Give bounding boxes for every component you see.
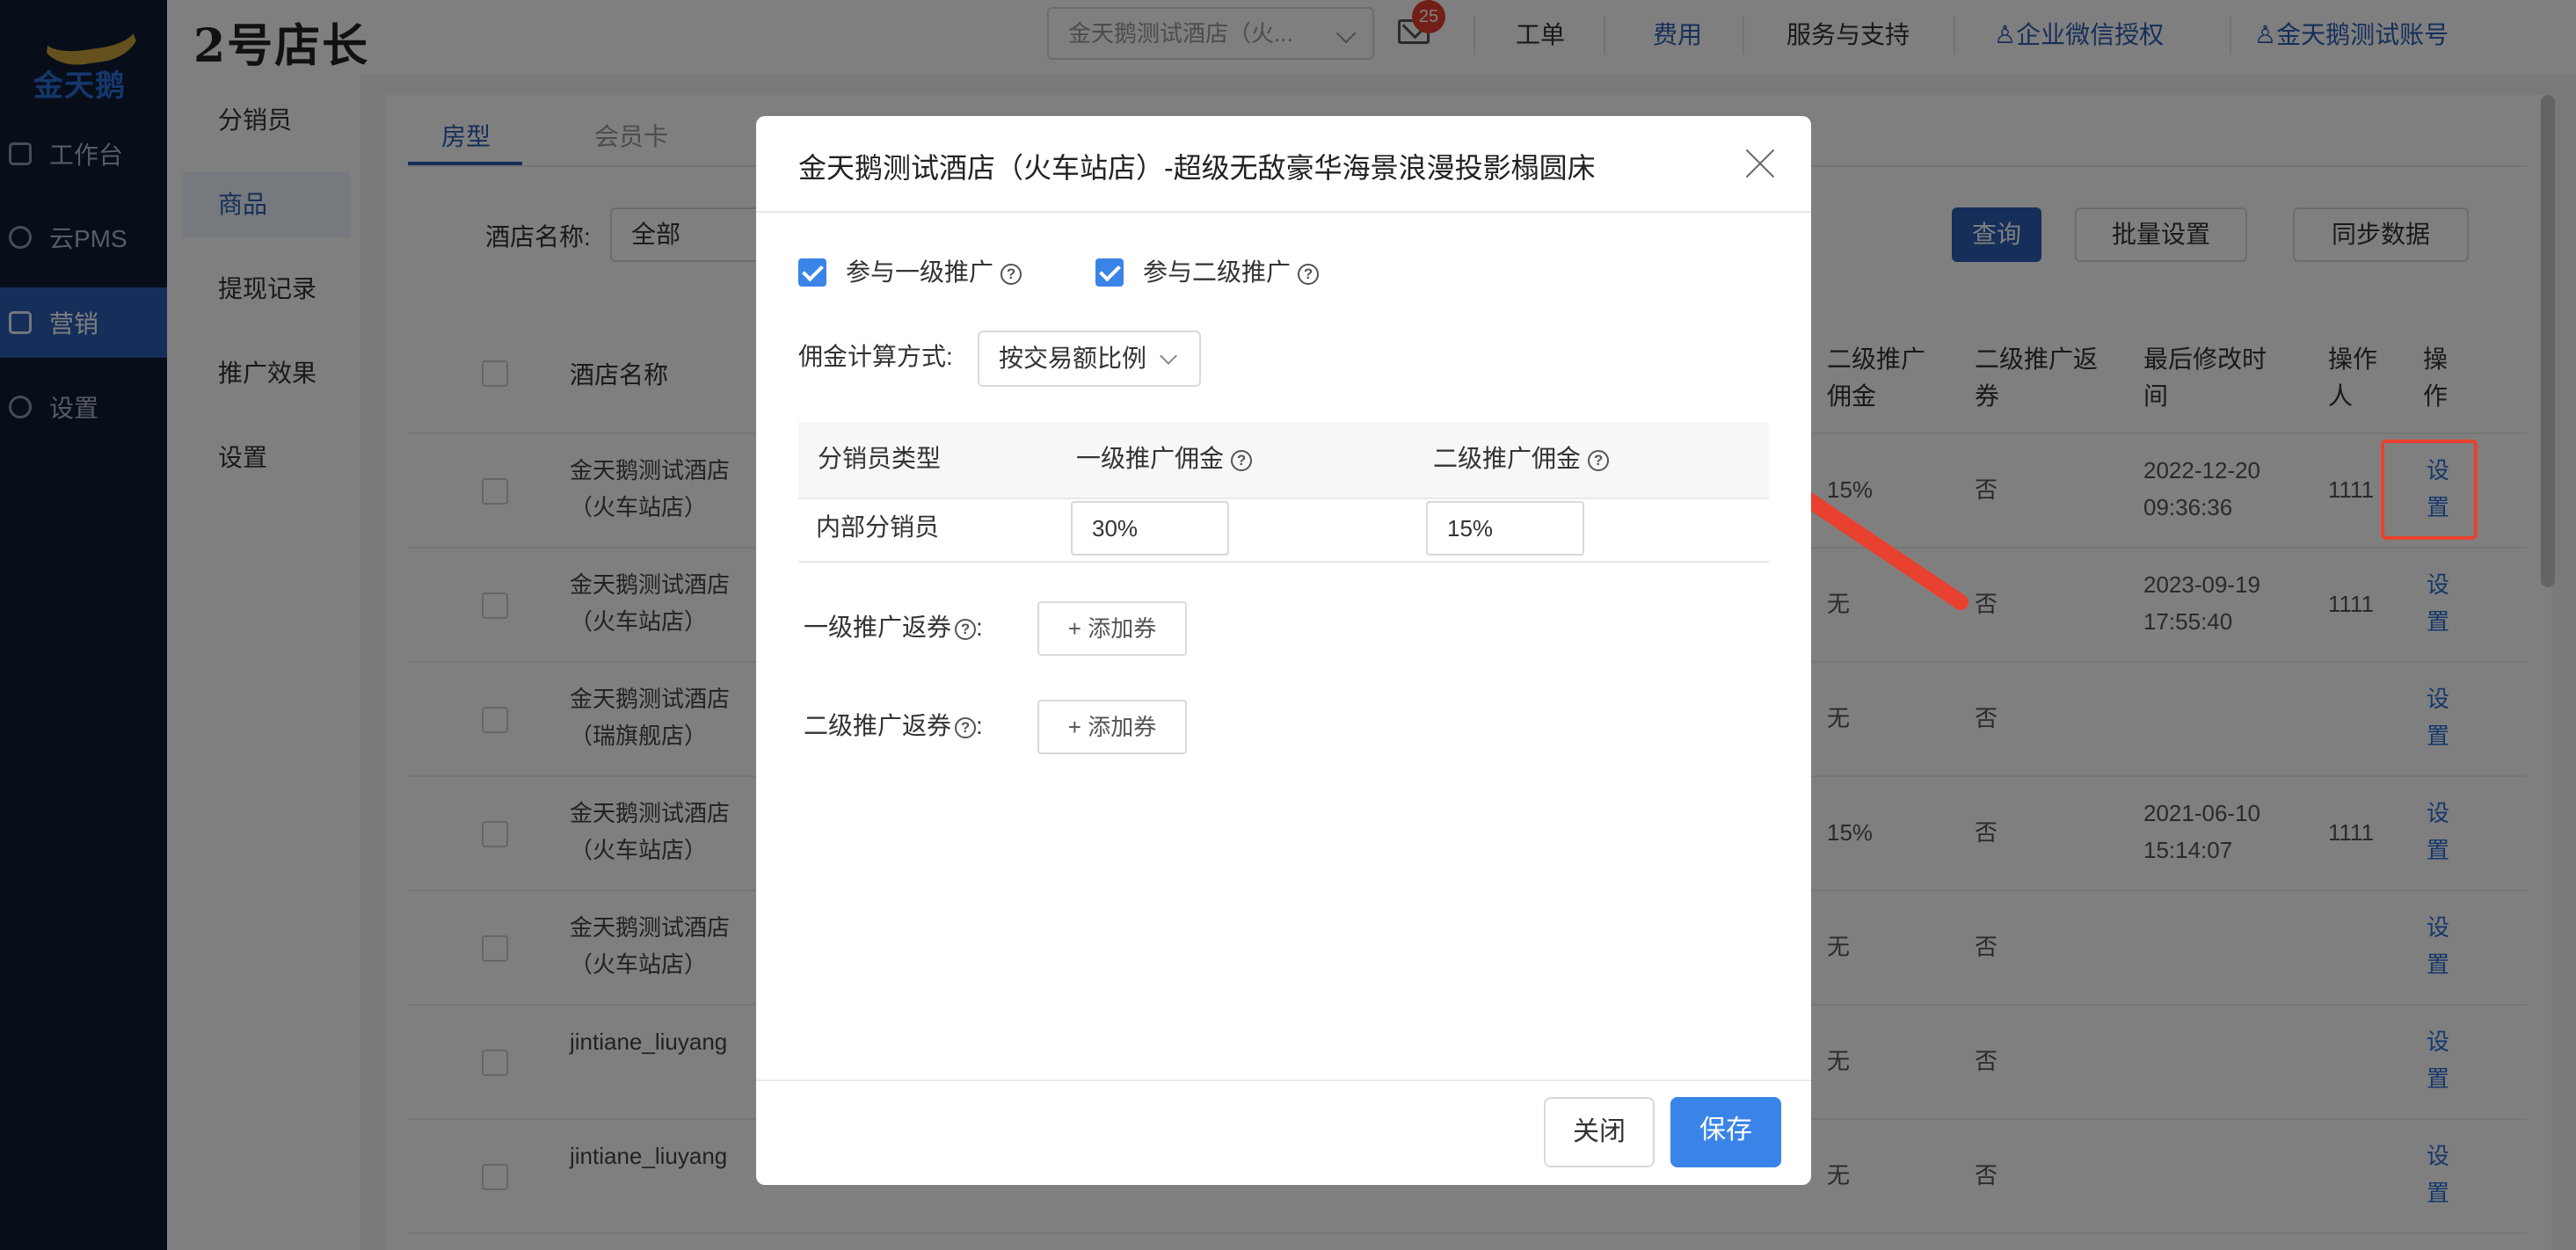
help-icon[interactable]: ?: [1298, 263, 1320, 285]
help-icon[interactable]: ?: [955, 716, 977, 738]
level2-promo-label: 参与二级推广?: [1143, 255, 1320, 290]
header-label: 二级推广佣金: [1433, 445, 1582, 472]
save-button[interactable]: 保存: [1670, 1097, 1781, 1167]
col-distributor-type: 分销员类型: [818, 445, 942, 472]
annotation-highlight-box: [2381, 440, 2478, 540]
distributor-type-value: 内部分销员: [816, 513, 940, 541]
dialog-title: 金天鹅测试酒店（火车站店）-超级无敌豪华海景浪漫投影榻圆床: [798, 152, 1596, 184]
level1-promo-label: 参与一级推广?: [846, 255, 1022, 290]
level2-promo-checkbox[interactable]: [1095, 258, 1124, 287]
level1-commission-input[interactable]: 30%: [1071, 501, 1229, 556]
add-level2-coupon-button[interactable]: + 添加券: [1037, 700, 1187, 754]
help-icon[interactable]: ?: [1231, 449, 1253, 471]
close-icon[interactable]: [1744, 148, 1776, 179]
help-icon[interactable]: ?: [955, 618, 977, 640]
help-icon[interactable]: ?: [1588, 449, 1610, 471]
checkbox-label: 参与二级推广: [1143, 258, 1292, 286]
label-text: 二级推广返券: [804, 712, 952, 739]
divider: [756, 1079, 1811, 1081]
header-label: 一级推广佣金: [1076, 445, 1225, 472]
col-level2-commission: 二级推广佣金?: [1433, 441, 1610, 476]
calc-method-label: 佣金计算方式:: [798, 343, 953, 370]
commission-table-header: 分销员类型 一级推广佣金? 二级推广佣金?: [798, 422, 1769, 499]
commission-settings-dialog: 金天鹅测试酒店（火车站店）-超级无敌豪华海景浪漫投影榻圆床 参与一级推广? 参与…: [756, 116, 1811, 1185]
help-icon[interactable]: ?: [1001, 263, 1022, 285]
add-level1-coupon-button[interactable]: + 添加券: [1037, 601, 1187, 656]
calc-method-select[interactable]: 按交易额比例: [978, 331, 1201, 387]
close-button[interactable]: 关闭: [1544, 1097, 1655, 1167]
divider: [756, 211, 1811, 213]
chevron-down-icon: [1160, 347, 1177, 365]
level1-coupon-label: 一级推广返券?:: [804, 614, 983, 641]
level1-promo-checkbox[interactable]: [798, 258, 826, 287]
col-level1-commission: 一级推广佣金?: [1076, 441, 1253, 476]
label-text: 一级推广返券: [804, 614, 952, 641]
table-row: 内部分销员 30% 15%: [798, 498, 1769, 563]
checkbox-label: 参与一级推广: [846, 258, 994, 286]
level2-commission-input[interactable]: 15%: [1426, 501, 1584, 556]
level2-coupon-label: 二级推广返券?:: [804, 712, 983, 739]
calc-method-value: 按交易额比例: [999, 345, 1147, 372]
